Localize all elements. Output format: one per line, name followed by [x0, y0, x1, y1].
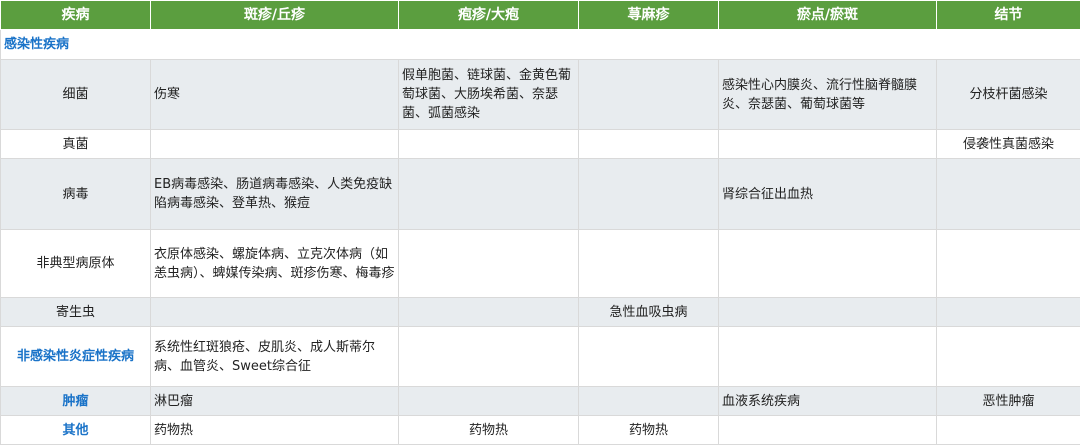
table-row: 病毒 EB病毒感染、肠道病毒感染、人类免疫缺陷病毒感染、登革热、猴痘 肾综合征出… [0, 158, 1080, 230]
cell-nodule: 分枝杆菌感染 [936, 59, 1080, 130]
cell-petechia-ecchymosis [718, 415, 937, 445]
cell-vesicle-bulla [398, 326, 579, 387]
cell-petechia-ecchymosis [718, 326, 937, 387]
cell-macule-papule: EB病毒感染、肠道病毒感染、人类免疫缺陷病毒感染、登革热、猴痘 [150, 158, 399, 230]
header-urticaria: 荨麻疹 [578, 0, 719, 30]
cell-petechia-ecchymosis: 血液系统疾病 [718, 386, 937, 416]
table-row: 肿瘤 淋巴瘤 血液系统疾病 恶性肿瘤 [0, 386, 1080, 416]
cell-macule-papule: 系统性红斑狼疮、皮肌炎、成人斯蒂尔病、血管炎、Sweet综合征 [150, 326, 399, 387]
cell-vesicle-bulla: 药物热 [398, 415, 579, 445]
table-row: 寄生虫 急性血吸虫病 [0, 297, 1080, 327]
row-label: 非典型病原体 [0, 229, 151, 298]
cell-vesicle-bulla [398, 129, 579, 159]
cell-urticaria [578, 326, 719, 387]
cell-macule-papule [150, 129, 399, 159]
row-label: 细菌 [0, 59, 151, 130]
cell-macule-papule: 衣原体感染、螺旋体病、立克次体病（如恙虫病）、蜱媒传染病、斑疹伤寒、梅毒疹 [150, 229, 399, 298]
cell-vesicle-bulla [398, 229, 579, 298]
cell-urticaria [578, 229, 719, 298]
cell-macule-papule [150, 297, 399, 327]
header-nodule: 结节 [936, 0, 1080, 30]
cell-nodule: 侵袭性真菌感染 [936, 129, 1080, 159]
cell-vesicle-bulla [398, 297, 579, 327]
cell-petechia-ecchymosis: 肾综合征出血热 [718, 158, 937, 230]
cell-nodule [936, 158, 1080, 230]
cell-urticaria: 急性血吸虫病 [578, 297, 719, 327]
section-title-tumor: 肿瘤 [0, 386, 151, 416]
disease-rash-table: 疾病 斑疹/丘疹 疱疹/大疱 荨麻疹 瘀点/瘀斑 结节 感染性疾病 细菌 伤寒 … [0, 0, 1080, 445]
cell-petechia-ecchymosis [718, 229, 937, 298]
header-row: 疾病 斑疹/丘疹 疱疹/大疱 荨麻疹 瘀点/瘀斑 结节 [0, 0, 1080, 30]
cell-petechia-ecchymosis [718, 297, 937, 327]
cell-vesicle-bulla [398, 158, 579, 230]
row-label: 真菌 [0, 129, 151, 159]
cell-macule-papule: 淋巴瘤 [150, 386, 399, 416]
cell-petechia-ecchymosis: 感染性心内膜炎、流行性脑脊髓膜炎、奈瑟菌、葡萄球菌等 [718, 59, 937, 130]
cell-vesicle-bulla [398, 386, 579, 416]
cell-urticaria [578, 59, 719, 130]
section-title-noninfectious: 非感染性炎症性疾病 [0, 326, 151, 387]
section-title-infectious: 感染性疾病 [0, 29, 1080, 60]
table-row: 细菌 伤寒 假单胞菌、链球菌、金黄色葡萄球菌、大肠埃希菌、奈瑟菌、弧菌感染 感染… [0, 59, 1080, 130]
cell-urticaria [578, 129, 719, 159]
cell-urticaria [578, 386, 719, 416]
header-macule-papule: 斑疹/丘疹 [150, 0, 399, 30]
cell-urticaria [578, 158, 719, 230]
section-title-other: 其他 [0, 415, 151, 445]
table-row: 非典型病原体 衣原体感染、螺旋体病、立克次体病（如恙虫病）、蜱媒传染病、斑疹伤寒… [0, 229, 1080, 298]
row-label: 寄生虫 [0, 297, 151, 327]
header-petechia-ecchymosis: 瘀点/瘀斑 [718, 0, 937, 30]
cell-macule-papule: 伤寒 [150, 59, 399, 130]
table-row: 非感染性炎症性疾病 系统性红斑狼疮、皮肌炎、成人斯蒂尔病、血管炎、Sweet综合… [0, 326, 1080, 387]
cell-nodule [936, 297, 1080, 327]
header-vesicle-bulla: 疱疹/大疱 [398, 0, 579, 30]
section-row-infectious: 感染性疾病 [0, 29, 1080, 60]
cell-nodule [936, 415, 1080, 445]
table-row: 其他 药物热 药物热 药物热 [0, 415, 1080, 445]
cell-macule-papule: 药物热 [150, 415, 399, 445]
cell-urticaria: 药物热 [578, 415, 719, 445]
row-label: 病毒 [0, 158, 151, 230]
header-disease: 疾病 [0, 0, 151, 30]
cell-nodule [936, 326, 1080, 387]
cell-nodule: 恶性肿瘤 [936, 386, 1080, 416]
cell-nodule [936, 229, 1080, 298]
table-row: 真菌 侵袭性真菌感染 [0, 129, 1080, 159]
cell-vesicle-bulla: 假单胞菌、链球菌、金黄色葡萄球菌、大肠埃希菌、奈瑟菌、弧菌感染 [398, 59, 579, 130]
cell-petechia-ecchymosis [718, 129, 937, 159]
